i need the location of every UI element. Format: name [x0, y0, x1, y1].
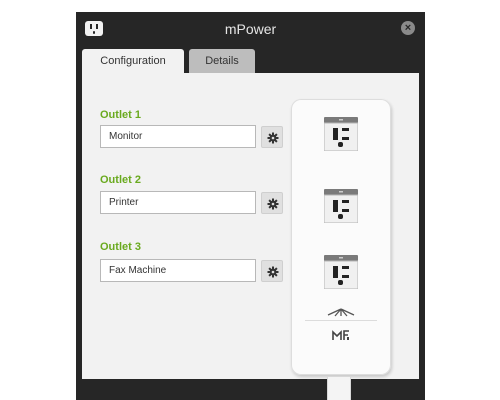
- tab-configuration[interactable]: Configuration: [82, 49, 184, 75]
- outlet-2-settings-button[interactable]: [261, 192, 283, 214]
- close-icon[interactable]: ×: [401, 21, 415, 35]
- outlet-1-socket-icon: [324, 117, 358, 151]
- ubiquiti-logo-icon: [327, 308, 355, 317]
- outlet-2-name-field[interactable]: Printer: [100, 191, 256, 214]
- power-strip-image: [291, 99, 391, 375]
- logo-divider: [305, 320, 377, 321]
- outlet-3-name-field[interactable]: Fax Machine: [100, 259, 256, 282]
- outlet-3-label: Outlet 3: [100, 241, 141, 253]
- gear-icon: [267, 198, 279, 210]
- outlet-1-name-field[interactable]: Monitor: [100, 125, 256, 148]
- outlet-3-socket-icon: [324, 255, 358, 289]
- outlet-2-socket-icon: [324, 189, 358, 223]
- outlet-2-label: Outlet 2: [100, 174, 141, 186]
- outlet-1-settings-button[interactable]: [261, 126, 283, 148]
- outlet-3-settings-button[interactable]: [261, 260, 283, 282]
- mpower-window: mPower × Configuration Details Outlet 1 …: [76, 12, 425, 400]
- mfi-logo-icon: [332, 330, 349, 340]
- power-cord-image: [327, 377, 351, 400]
- gear-icon: [267, 266, 279, 278]
- gear-icon: [267, 132, 279, 144]
- outlet-1-label: Outlet 1: [100, 109, 141, 121]
- window-bottom-bar: [76, 384, 425, 400]
- window-title: mPower: [224, 21, 277, 37]
- title-bar: mPower ×: [76, 12, 425, 48]
- tab-details[interactable]: Details: [189, 49, 255, 73]
